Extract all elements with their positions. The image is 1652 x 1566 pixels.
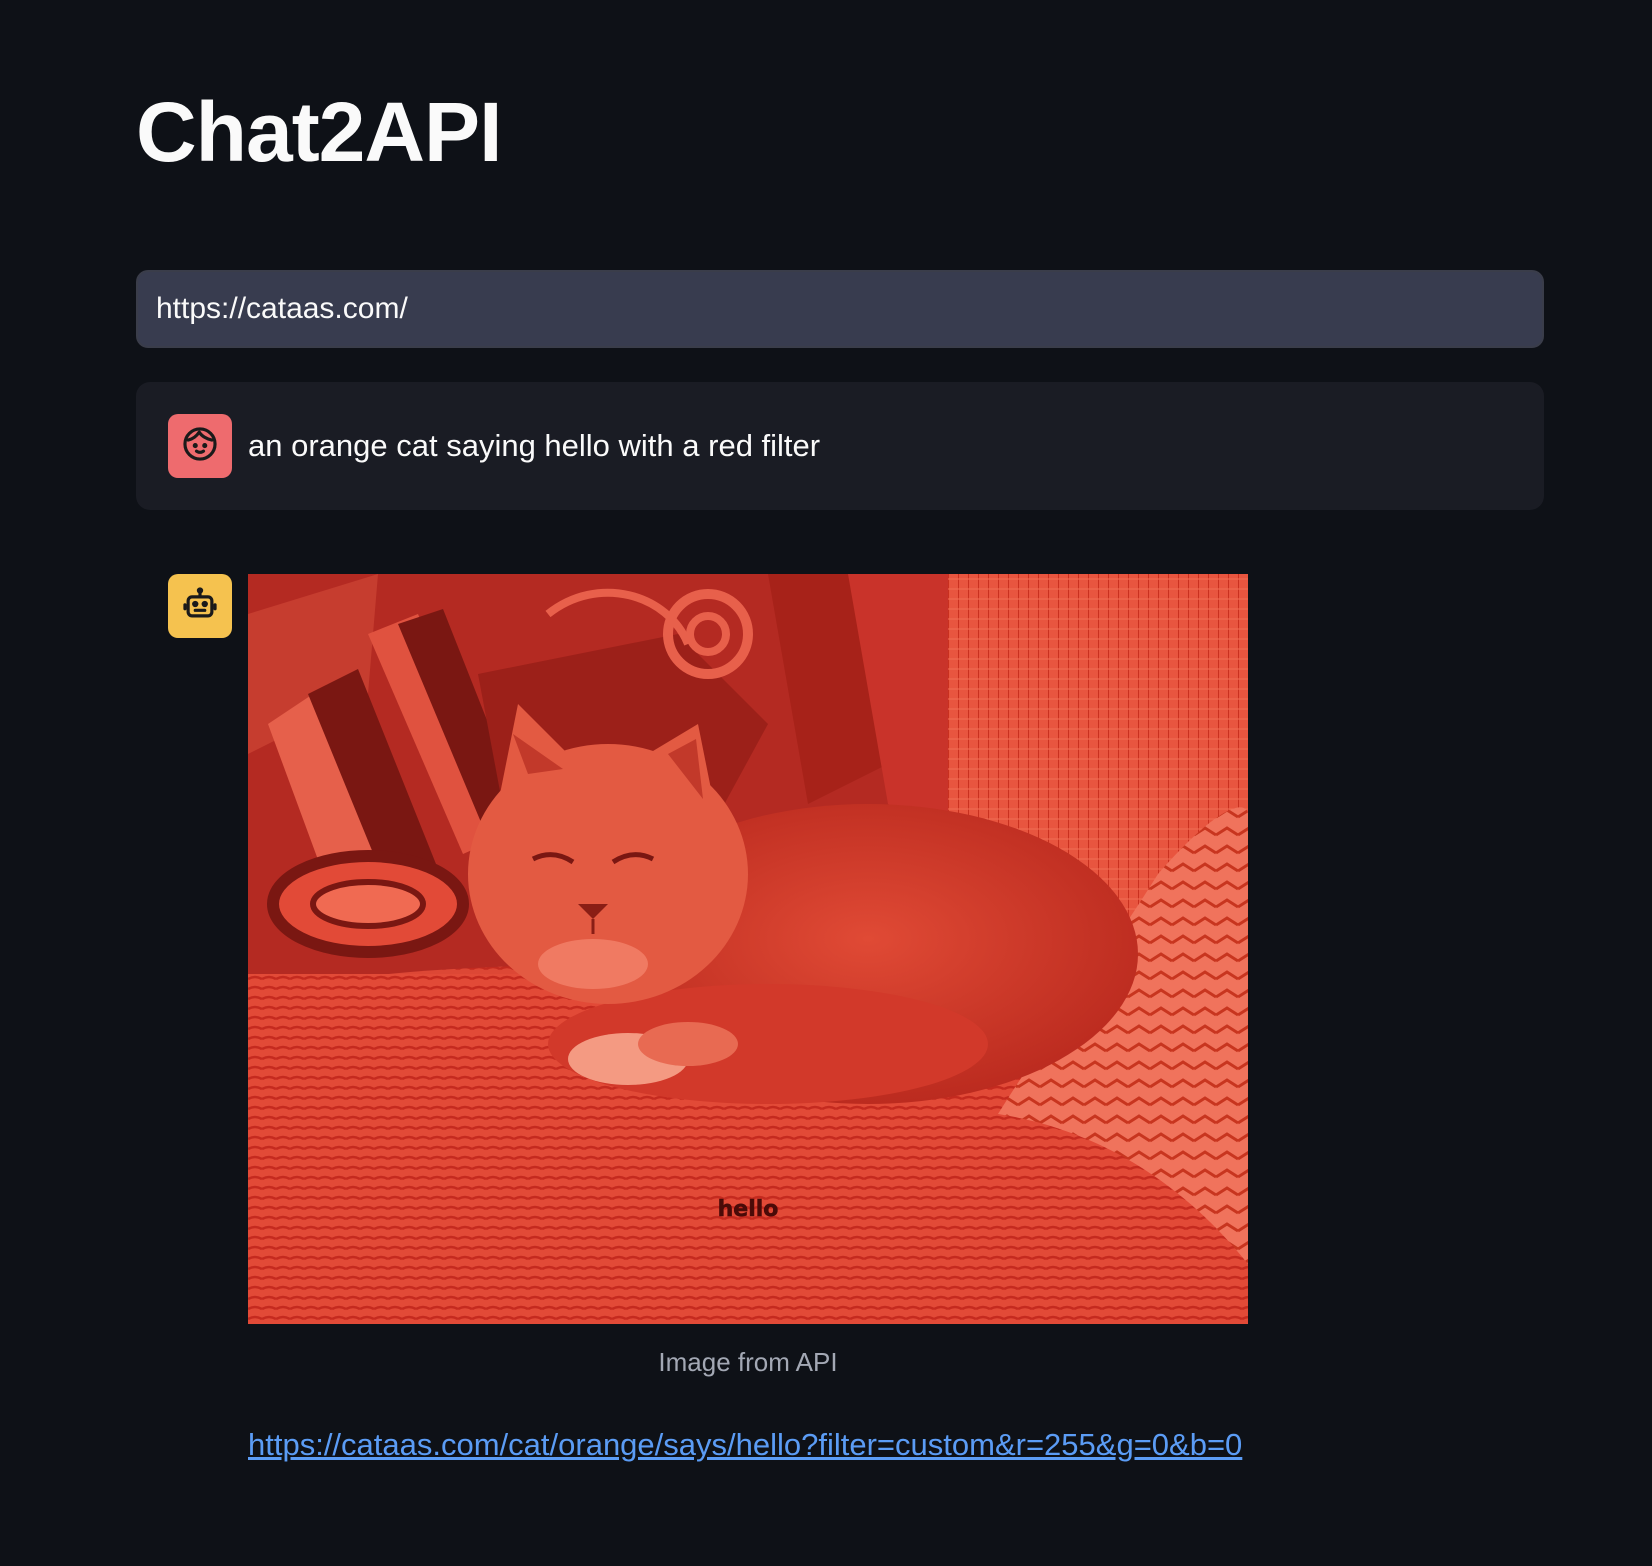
chat2api-app: Chat2API an orange cat saying hello with… — [0, 0, 1652, 1566]
api-url-input[interactable] — [136, 270, 1544, 348]
user-message-text: an orange cat saying hello with a red fi… — [248, 428, 821, 463]
user-message: an orange cat saying hello with a red fi… — [136, 382, 1544, 510]
page-title: Chat2API — [136, 85, 502, 179]
api-url-link[interactable]: https://cataas.com/cat/orange/says/hello… — [248, 1422, 1242, 1468]
user-avatar — [168, 414, 232, 478]
image-overlay-text: hello — [718, 1197, 779, 1222]
api-result-image: hello — [248, 574, 1248, 1324]
user-face-icon — [181, 425, 219, 468]
assistant-avatar — [168, 574, 232, 638]
robot-icon — [181, 585, 219, 628]
image-caption: Image from API — [658, 1347, 838, 1377]
